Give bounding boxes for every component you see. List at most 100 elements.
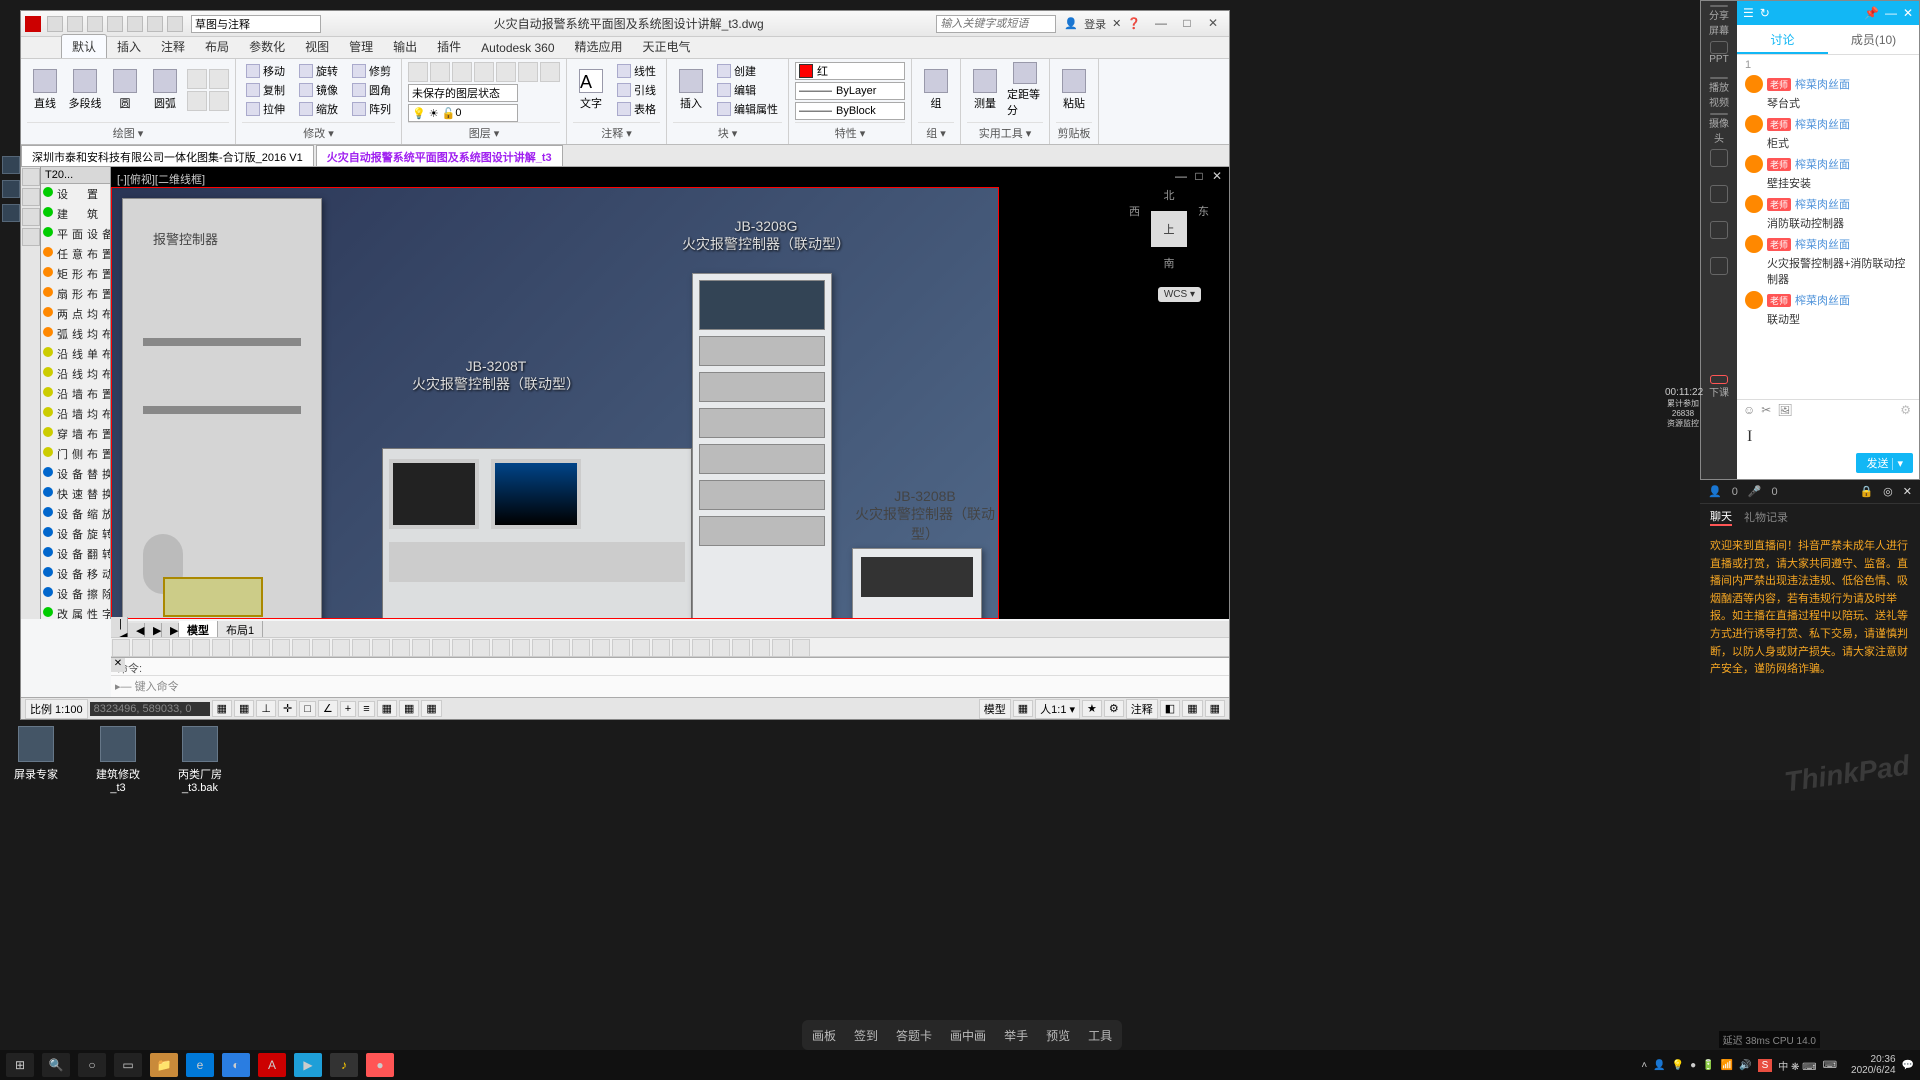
trim-button[interactable]: 修剪: [348, 62, 395, 80]
tray-up-icon[interactable]: ˄: [1641, 1060, 1647, 1071]
tb-icon[interactable]: [572, 639, 590, 657]
target-icon[interactable]: ◎: [1883, 485, 1893, 498]
edge-button[interactable]: e: [186, 1053, 214, 1077]
exchange-icon[interactable]: ✕: [1112, 17, 1121, 30]
palette-item[interactable]: 改属性字: [41, 604, 110, 619]
cortana-button[interactable]: ○: [78, 1053, 106, 1077]
tb-icon[interactable]: [652, 639, 670, 657]
qat-save-icon[interactable]: [87, 16, 103, 32]
layer-match-icon[interactable]: [496, 62, 516, 82]
desktop-file[interactable]: 丙类厂房_t3.bak: [174, 726, 226, 794]
tb-icon[interactable]: [772, 639, 790, 657]
move-button[interactable]: 移动: [242, 62, 289, 80]
tray-people-icon[interactable]: 👤: [1653, 1060, 1665, 1071]
tb-icon[interactable]: [192, 639, 210, 657]
osnap-toggle[interactable]: □: [299, 701, 316, 717]
palette-item[interactable]: 扇形布置: [41, 284, 110, 304]
action-center-icon[interactable]: 💬: [1902, 1060, 1914, 1071]
palette-item[interactable]: 设备擦除: [41, 584, 110, 604]
ime-chars[interactable]: 中 ❋ ⌨: [1778, 1058, 1816, 1073]
panel-label-layer[interactable]: 图层 ▾: [408, 122, 560, 141]
polyline-button[interactable]: 多段线: [67, 62, 103, 118]
viewport-close-icon[interactable]: ✕: [1209, 169, 1225, 183]
qat-saveas-icon[interactable]: [107, 16, 123, 32]
start-button[interactable]: ⊞: [6, 1053, 34, 1077]
layout-nav-last[interactable]: ▶|: [162, 623, 179, 638]
grid-toggle[interactable]: ▦: [234, 700, 254, 717]
palette-item[interactable]: 任意布置: [41, 244, 110, 264]
palette-item[interactable]: 沿线均布: [41, 364, 110, 384]
hw-toggle[interactable]: ▦: [1182, 700, 1202, 717]
palette-item[interactable]: 沿线单布: [41, 344, 110, 364]
tray-battery-icon[interactable]: 🔋: [1702, 1060, 1714, 1071]
panel-label-prop[interactable]: 特性 ▾: [795, 122, 905, 141]
palette-item[interactable]: 沿墙布置: [41, 384, 110, 404]
color-combo[interactable]: 红: [795, 62, 905, 80]
draw-small-icon[interactable]: [209, 69, 229, 89]
ribbon-tab-insert[interactable]: 插入: [107, 35, 151, 58]
tab-gift-record[interactable]: 礼物记录: [1744, 509, 1788, 525]
paste-button[interactable]: 粘贴: [1056, 62, 1092, 118]
iso-toggle[interactable]: ◧: [1160, 700, 1180, 717]
grid2-toggle[interactable]: ▦: [377, 700, 397, 717]
tb-icon[interactable]: [112, 639, 130, 657]
create-block-button[interactable]: 创建: [713, 62, 782, 80]
lock-icon[interactable]: 🔒: [1859, 485, 1873, 498]
sc-toggle[interactable]: ▦: [421, 700, 441, 717]
layer-more-icon[interactable]: [540, 62, 560, 82]
mirror-button[interactable]: 镜像: [295, 81, 342, 99]
ann-scale[interactable]: 人1:1 ▾: [1035, 699, 1080, 719]
desktop-icon[interactable]: [2, 180, 20, 198]
viewport-label[interactable]: [-][俯视][二维线框]: [117, 171, 205, 187]
polar-toggle[interactable]: ✛: [278, 700, 297, 717]
collab-toolbar[interactable]: 画板 签到 答题卡 画中画 举手 预览 工具: [802, 1020, 1122, 1050]
palette-item[interactable]: 平面设备: [41, 224, 110, 244]
tray-keyboard-icon[interactable]: ⌨: [1823, 1060, 1837, 1071]
annot-label[interactable]: 注释: [1126, 699, 1158, 719]
tb-icon[interactable]: [752, 639, 770, 657]
circle-button[interactable]: 圆: [107, 62, 143, 118]
tb-icon[interactable]: [172, 639, 190, 657]
edit-attr-button[interactable]: 编辑属性: [713, 100, 782, 118]
tb-icon[interactable]: [532, 639, 550, 657]
tb-icon[interactable]: [692, 639, 710, 657]
tb-icon[interactable]: [272, 639, 290, 657]
snap-toggle[interactable]: ▦: [212, 700, 232, 717]
share-screen-button[interactable]: 分享屏幕: [1707, 5, 1731, 29]
linear-dim-button[interactable]: 线性: [613, 62, 660, 80]
palette-item[interactable]: 沿墙均布: [41, 404, 110, 424]
lineweight-combo[interactable]: ———ByLayer: [795, 82, 905, 100]
workspace-selector[interactable]: [191, 15, 321, 33]
strip-icon[interactable]: [22, 228, 40, 246]
layout-nav-next[interactable]: ▶: [145, 623, 162, 638]
layer-current-combo[interactable]: 💡 ☀ 🔓 0: [408, 104, 518, 122]
line-button[interactable]: 直线: [27, 62, 63, 118]
arc-button[interactable]: 圆弧: [147, 62, 183, 118]
table-button[interactable]: 表格: [613, 100, 660, 118]
tray-stream-icon[interactable]: ●: [1690, 1060, 1696, 1071]
palette-item[interactable]: 矩形布置: [41, 264, 110, 284]
rotate-button[interactable]: 旋转: [295, 62, 342, 80]
ribbon-tab-a360[interactable]: Autodesk 360: [471, 38, 564, 58]
doc-tab-1[interactable]: 深圳市泰和安科技有限公司一体化图集-合订版_2016 V1: [21, 145, 314, 166]
palette-item[interactable]: 建 筑: [41, 204, 110, 224]
edit-block-button[interactable]: 编辑: [713, 81, 782, 99]
tb-icon[interactable]: [732, 639, 750, 657]
tb-icon[interactable]: [332, 639, 350, 657]
tab-members[interactable]: 成员(10): [1828, 25, 1919, 54]
camera-button[interactable]: 摄像头: [1707, 113, 1731, 137]
tb-icon[interactable]: [392, 639, 410, 657]
tb-icon[interactable]: [632, 639, 650, 657]
tb-icon[interactable]: [712, 639, 730, 657]
autocad-button[interactable]: A: [258, 1053, 286, 1077]
doc-tab-2[interactable]: 火灾自动报警系统平面图及系统图设计讲解_t3: [316, 145, 563, 166]
app-button-2[interactable]: ▶: [294, 1053, 322, 1077]
lwt-toggle[interactable]: ≡: [358, 701, 374, 717]
explorer-button[interactable]: 📁: [150, 1053, 178, 1077]
ribbon-tab-layout[interactable]: 布局: [195, 35, 239, 58]
leader-button[interactable]: 引线: [613, 81, 660, 99]
text-button[interactable]: A文字: [573, 62, 609, 118]
tb-icon[interactable]: [472, 639, 490, 657]
live-menu-icon[interactable]: ☰: [1743, 6, 1754, 20]
palette-item[interactable]: 快速替换: [41, 484, 110, 504]
